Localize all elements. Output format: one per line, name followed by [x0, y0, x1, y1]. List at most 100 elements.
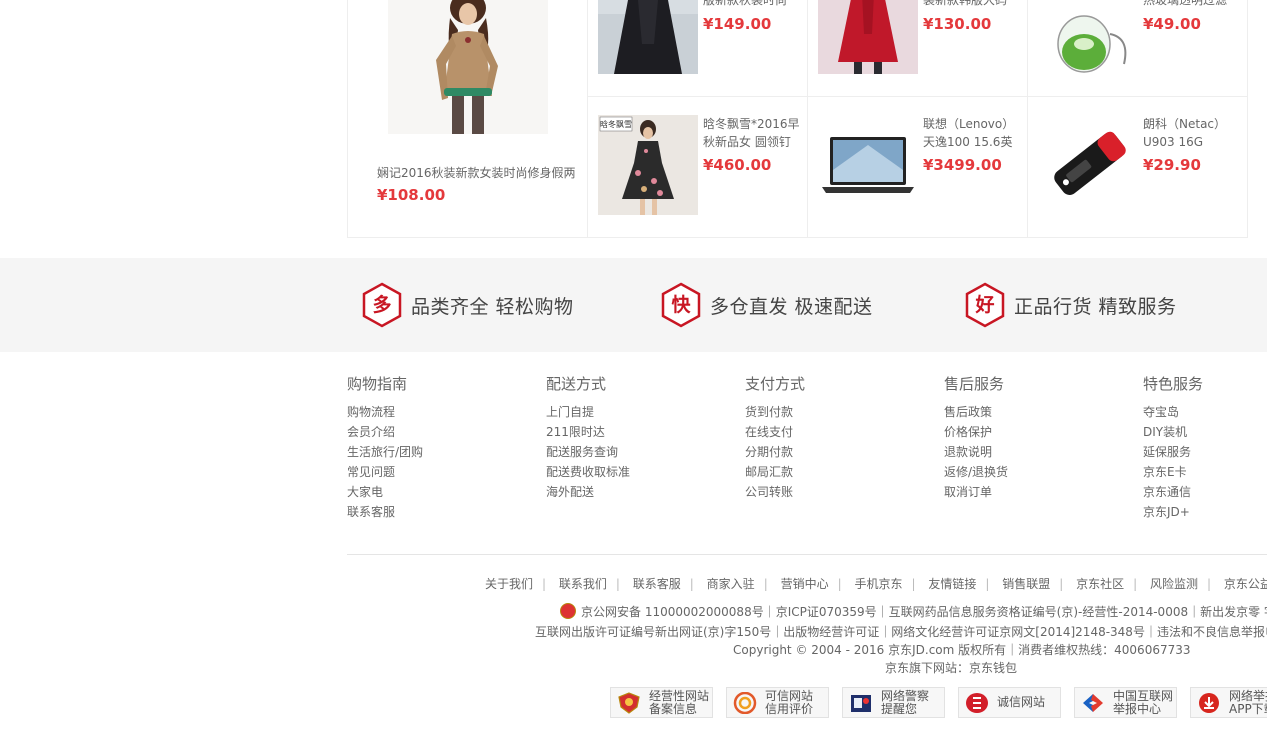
footer-link[interactable]: 配送服务查询	[546, 442, 726, 462]
link-affiliate[interactable]: 销售联盟	[1002, 577, 1050, 591]
product-card[interactable]: 版新款秋装时尚 ¥149.00	[588, 0, 808, 97]
badge-text: 网络举报 APP下载	[1229, 689, 1267, 716]
footer-link[interactable]: 会员介绍	[347, 422, 527, 442]
product-card-large[interactable]: 娴记2016秋装新款女装时尚修身假两 ¥108.00	[347, 0, 588, 238]
hexagon-duo-icon: 多	[361, 282, 403, 328]
footer-link[interactable]: 上门自提	[546, 402, 726, 422]
footer-link[interactable]: 联系客服	[347, 502, 527, 522]
footer-column-special-services: 特色服务 夺宝岛 DIY装机 延保服务 京东E卡 京东通信 京东JD+	[1143, 374, 1267, 522]
product-image-teapot[interactable]	[1038, 0, 1138, 74]
badge-cyber-police[interactable]: 网络警察 提醒您	[842, 687, 945, 718]
footer-link[interactable]: 延保服务	[1143, 442, 1267, 462]
footer-link[interactable]: 京东E卡	[1143, 462, 1267, 482]
product-card[interactable]: 热玻璃透明过滤 ¥49.00	[1028, 0, 1248, 97]
link-friends[interactable]: 友情链接	[928, 577, 976, 591]
footer-link[interactable]: 购物流程	[347, 402, 527, 422]
integrity-icon	[966, 693, 988, 713]
footer-link[interactable]: 京东通信	[1143, 482, 1267, 502]
product-price: ¥149.00	[703, 15, 772, 33]
product-card[interactable]: 晗冬飘雪 晗冬飘雪*2016早秋新品女 圆领钉 ¥460.00	[588, 97, 808, 238]
footer-column-shopping-guide: 购物指南 购物流程 会员介绍 生活旅行/团购 常见问题 大家电 联系客服	[347, 374, 527, 522]
footer-column-after-sales: 售后服务 售后政策 价格保护 退款说明 返修/退换货 取消订单	[944, 374, 1124, 502]
badge-text: 网络警察 提醒您	[881, 689, 930, 716]
link-contact[interactable]: 联系我们	[559, 577, 607, 591]
promise-fast: 快 多仓直发 极速配送	[660, 282, 873, 328]
product-image-floral-dress[interactable]: 晗冬飘雪	[598, 115, 698, 215]
sister-sites[interactable]: 京东旗下网站：京东钱包	[885, 659, 1017, 677]
footer-link[interactable]: 公司转账	[745, 482, 925, 502]
link-customer-service[interactable]: 联系客服	[633, 577, 681, 591]
product-grid: 娴记2016秋装新款女装时尚修身假两 ¥108.00 版新款秋装时尚 ¥149.…	[347, 0, 1267, 238]
legal-text[interactable]: 京公网安备 11000002000088号｜京ICP证070359号｜互联网药品…	[581, 605, 1267, 619]
product-image-red-coat[interactable]	[818, 0, 918, 74]
legal-line-2[interactable]: 互联网出版许可证编号新出网证(京)字150号｜出版物经营许可证｜网络文化经营许可…	[535, 623, 1267, 641]
product-image-coat[interactable]	[598, 0, 698, 74]
badge-integrity[interactable]: 诚信网站	[958, 687, 1061, 718]
product-image-usb-drive[interactable]	[1038, 115, 1138, 215]
hexagon-kuai-icon: 快	[660, 282, 702, 328]
link-charity[interactable]: 京东公益	[1224, 577, 1267, 591]
footer-link[interactable]: 配送费收取标准	[546, 462, 726, 482]
badge-text: 诚信网站	[997, 695, 1046, 709]
footer-link[interactable]: 价格保护	[944, 422, 1124, 442]
badge-report-app[interactable]: 网络举报 APP下载	[1190, 687, 1267, 718]
product-card[interactable]: 装新款韩版大码 ¥130.00	[808, 0, 1028, 97]
footer-link[interactable]: 邮局汇款	[745, 462, 925, 482]
badge-registration[interactable]: 经营性网站 备案信息	[610, 687, 713, 718]
download-icon	[1199, 693, 1219, 713]
footer-link[interactable]: 生活旅行/团购	[347, 442, 527, 462]
product-price: ¥49.00	[1143, 15, 1201, 33]
product-name[interactable]: 朗科（Netac）U903 16G USB3.0	[1143, 115, 1243, 151]
product-price: ¥108.00	[377, 186, 446, 204]
product-name[interactable]: 娴记2016秋装新款女装时尚修身假两	[377, 163, 577, 183]
product-name[interactable]: 联想（Lenovo）天逸100 15.6英	[923, 115, 1023, 151]
footer-link[interactable]: 海外配送	[546, 482, 726, 502]
link-mobile[interactable]: 手机京东	[854, 577, 902, 591]
footer-link[interactable]: DIY装机	[1143, 422, 1267, 442]
badge-trusted-site[interactable]: 可信网站 信用评价	[726, 687, 829, 718]
link-community[interactable]: 京东社区	[1076, 577, 1124, 591]
bottom-link-bar: 关于我们 | 联系我们 | 联系客服 | 商家入驻 | 营销中心 | 手机京东 | 友情链接…	[485, 574, 1267, 594]
police-badge-icon	[560, 603, 576, 619]
promise-quality: 好 正品行货 精致服务	[964, 282, 1177, 328]
footer-link[interactable]: 夺宝岛	[1143, 402, 1267, 422]
product-image-dress[interactable]	[388, 0, 548, 134]
footer-column-title: 配送方式	[546, 375, 607, 393]
footer-column-title: 售后服务	[944, 375, 1005, 393]
footer-link[interactable]: 211限时达	[546, 422, 726, 442]
badge-text: 中国互联网 举报中心	[1113, 689, 1174, 716]
footer-link[interactable]: 退款说明	[944, 442, 1124, 462]
footer-link[interactable]: 分期付款	[745, 442, 925, 462]
link-marketing[interactable]: 营销中心	[781, 577, 829, 591]
link-merchant[interactable]: 商家入驻	[707, 577, 755, 591]
product-card[interactable]: 联想（Lenovo）天逸100 15.6英 ¥3499.00	[808, 97, 1028, 238]
service-promise-band: 多 品类齐全 轻松购物 快 多仓直发 极速配送 好 正品行货 精致服务	[0, 258, 1267, 352]
link-about[interactable]: 关于我们	[485, 577, 533, 591]
hexagon-hao-icon: 好	[964, 282, 1006, 328]
promise-variety: 多 品类齐全 轻松购物	[361, 282, 574, 328]
footer-link[interactable]: 取消订单	[944, 482, 1124, 502]
product-price: ¥3499.00	[923, 156, 1002, 174]
footer-column-title: 购物指南	[347, 375, 408, 393]
badge-report-center[interactable]: 中国互联网 举报中心	[1074, 687, 1177, 718]
link-risk[interactable]: 风险监测	[1150, 577, 1198, 591]
footer-column-title: 支付方式	[745, 375, 806, 393]
credit-icon	[733, 692, 757, 714]
badge-text: 可信网站 信用评价	[765, 689, 814, 716]
footer-column-title: 特色服务	[1143, 375, 1204, 393]
product-image-laptop[interactable]	[818, 115, 918, 215]
footer-link[interactable]: 大家电	[347, 482, 527, 502]
footer-link[interactable]: 常见问题	[347, 462, 527, 482]
footer-link[interactable]: 返修/退换货	[944, 462, 1124, 482]
promise-text: 品类齐全 轻松购物	[411, 295, 574, 318]
product-name[interactable]: 晗冬飘雪*2016早秋新品女 圆领钉	[703, 115, 803, 151]
product-price: ¥29.90	[1143, 156, 1201, 174]
footer-link[interactable]: 在线支付	[745, 422, 925, 442]
police-icon	[851, 695, 871, 712]
footer-link[interactable]: 京东JD+	[1143, 502, 1267, 522]
product-card[interactable]: 朗科（Netac）U903 16G USB3.0 ¥29.90	[1028, 97, 1248, 238]
product-price: ¥460.00	[703, 156, 772, 174]
footer-divider	[347, 554, 1267, 555]
footer-link[interactable]: 货到付款	[745, 402, 925, 422]
footer-link[interactable]: 售后政策	[944, 402, 1124, 422]
